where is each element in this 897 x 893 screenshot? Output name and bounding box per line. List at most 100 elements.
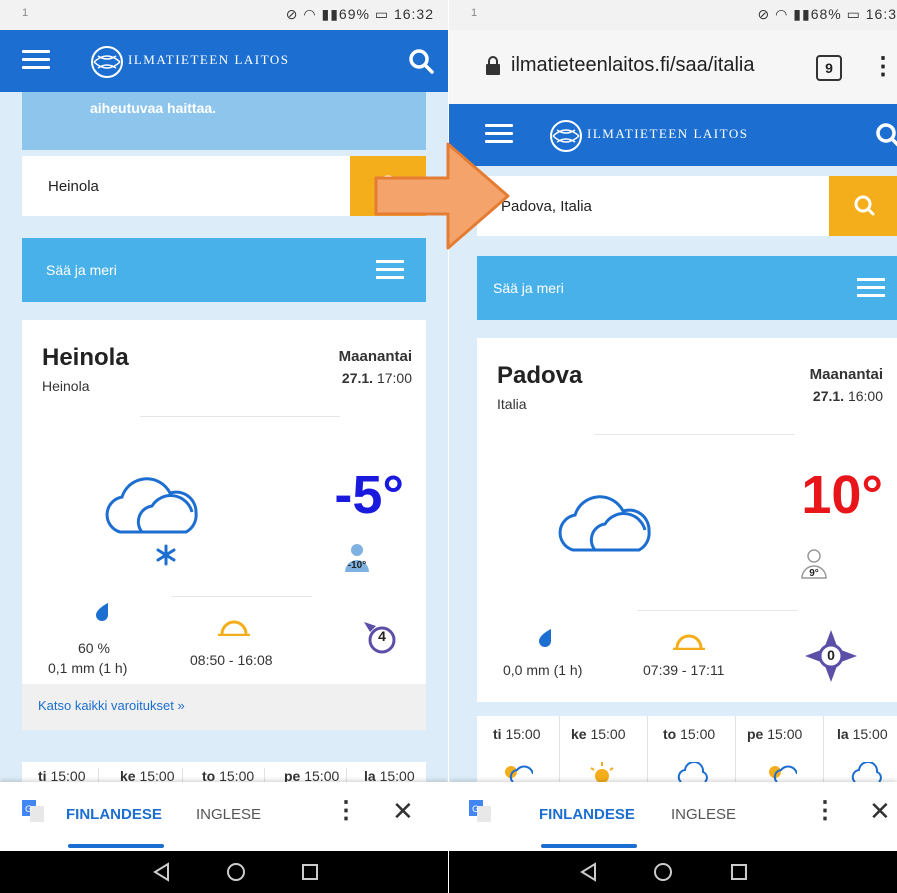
location-search-button[interactable] bbox=[829, 176, 897, 236]
battery-percent: 69% bbox=[338, 6, 370, 22]
section-menu-bar[interactable]: Sää ja meri bbox=[22, 238, 426, 302]
address-bar-url[interactable]: ilmatieteenlaitos.fi/saa/italia bbox=[511, 54, 754, 77]
fmi-logo-icon bbox=[550, 120, 582, 152]
mute-icon: ⊘ bbox=[285, 6, 299, 22]
cloud-snow-icon bbox=[105, 477, 198, 566]
raindrop-icon bbox=[539, 629, 551, 647]
partly-cloudy-icon bbox=[505, 765, 533, 782]
forecast-day: ti bbox=[38, 768, 47, 782]
translate-target-language[interactable]: INGLESE bbox=[196, 806, 261, 823]
back-icon[interactable] bbox=[579, 862, 599, 882]
forecast-item[interactable]: to 15:00 bbox=[649, 716, 736, 782]
forecast-time: 15:00 bbox=[852, 726, 888, 742]
menu-lines-icon[interactable] bbox=[376, 260, 404, 280]
location-search-input[interactable] bbox=[477, 176, 821, 236]
forecast-item[interactable]: pe 15:00 bbox=[737, 716, 824, 782]
forecast-item[interactable]: to 15:00 bbox=[202, 768, 265, 782]
forecast-day: to bbox=[663, 726, 677, 742]
divider bbox=[637, 610, 797, 611]
sun-icon bbox=[590, 762, 614, 782]
forecast-item[interactable]: la 15:00 bbox=[825, 716, 897, 782]
translate-more-icon[interactable]: ⋮ bbox=[813, 796, 837, 825]
hamburger-menu-icon[interactable] bbox=[22, 50, 50, 70]
forecast-time: 15:00 bbox=[139, 768, 175, 782]
feels-like-value: 9° bbox=[809, 568, 819, 579]
notice-banner: aiheutuvaa haittaa. bbox=[22, 92, 426, 150]
recents-icon[interactable] bbox=[729, 862, 749, 882]
forecast-item[interactable]: ke 15:00 bbox=[561, 716, 648, 782]
location-search-input[interactable] bbox=[22, 156, 368, 216]
sun-times: 08:50 - 16:08 bbox=[190, 652, 273, 668]
banner-text: aiheutuvaa haittaa. bbox=[90, 100, 217, 116]
time: 17:00 bbox=[376, 370, 412, 386]
status-icons: ⊘ ◠ ▮▮68% ▭ 16:3 bbox=[758, 6, 897, 23]
forecast-day: pe bbox=[747, 726, 764, 742]
translate-target-language[interactable]: INGLESE bbox=[671, 806, 736, 823]
translate-source-language[interactable]: FINLANDESE bbox=[66, 806, 162, 823]
section-menu-label: Sää ja meri bbox=[46, 262, 117, 278]
forecast-item[interactable]: la 15:00 bbox=[364, 768, 426, 782]
svg-text:G: G bbox=[25, 805, 32, 815]
forecast-strip: ti 15:00 ke 15:00 to 15:00 pe 15:00 la 1… bbox=[477, 716, 897, 782]
forecast-day: to bbox=[202, 768, 216, 782]
translate-source-language[interactable]: FINLANDESE bbox=[539, 806, 635, 823]
android-nav-bar bbox=[449, 851, 897, 893]
wind-speed: 0 bbox=[827, 647, 835, 663]
forecast-time: 15:00 bbox=[680, 726, 716, 742]
forecast-item[interactable]: ti 15:00 bbox=[477, 716, 560, 782]
clock: 16:3 bbox=[865, 6, 897, 22]
forecast-time: 15:00 bbox=[379, 768, 415, 782]
battery-icon: ▭ bbox=[846, 6, 861, 22]
brand-name: ILMATIETEEN LAITOS bbox=[128, 52, 290, 67]
forecast-item[interactable]: pe 15:00 bbox=[284, 768, 347, 782]
brand-name: ILMATIETEEN LAITOS bbox=[587, 126, 749, 141]
forecast-strip: ti 15:00 ke 15:00 to 15:00 pe 15:00 la 1… bbox=[22, 762, 426, 782]
forecast-item[interactable]: ke 15:00 bbox=[120, 768, 183, 782]
divider bbox=[140, 416, 340, 417]
sim-indicator: 1 bbox=[471, 7, 478, 19]
forecast-day: ti bbox=[493, 726, 502, 742]
forecast-time: 15:00 bbox=[590, 726, 626, 742]
section-menu-bar[interactable]: Sää ja meri bbox=[477, 256, 897, 320]
google-translate-icon[interactable]: G bbox=[469, 800, 491, 822]
signal-icon: ▮▮ bbox=[321, 6, 339, 22]
menu-lines-icon[interactable] bbox=[857, 278, 885, 298]
home-icon[interactable] bbox=[653, 862, 673, 882]
precip-amount: 0,0 mm (1 h) bbox=[503, 662, 583, 678]
android-nav-bar bbox=[0, 851, 448, 893]
forecast-day: la bbox=[837, 726, 849, 742]
search-icon[interactable] bbox=[875, 122, 897, 148]
precip-amount: 0,1 mm (1 h) bbox=[48, 660, 128, 676]
battery-icon: ▭ bbox=[374, 6, 390, 22]
translate-more-icon[interactable]: ⋮ bbox=[334, 796, 358, 825]
clock: 16:32 bbox=[393, 6, 434, 22]
browser-menu-icon[interactable]: ⋮ bbox=[871, 52, 895, 81]
location-search bbox=[477, 176, 897, 236]
place-region: Heinola bbox=[42, 378, 90, 394]
weather-card: Padova Italia Maanantai 27.1. 16:00 10° … bbox=[477, 338, 897, 702]
google-translate-icon[interactable]: G bbox=[22, 800, 44, 822]
forecast-time: 15:00 bbox=[767, 726, 803, 742]
weather-card: Heinola Heinola Maanantai 27.1. 17:00 -5… bbox=[22, 320, 426, 684]
forecast-time: 15:00 bbox=[505, 726, 541, 742]
home-icon[interactable] bbox=[226, 862, 246, 882]
forecast-item[interactable]: ti 15:00 bbox=[38, 768, 99, 782]
tab-count-button[interactable]: 9 bbox=[816, 55, 842, 81]
warnings-link[interactable]: Katso kaikki varoitukset » bbox=[38, 698, 185, 713]
section-menu-label: Sää ja meri bbox=[493, 280, 564, 296]
recents-icon[interactable] bbox=[300, 862, 320, 882]
back-icon[interactable] bbox=[152, 862, 172, 882]
date-time: 27.1. 16:00 bbox=[813, 388, 883, 404]
cloud-icon bbox=[558, 495, 651, 552]
weekday: Maanantai bbox=[338, 348, 412, 365]
sunrise-sunset-icon bbox=[218, 620, 250, 636]
status-bar: 1 ⊘ ◠ ▮▮68% ▭ 16:3 bbox=[449, 0, 897, 30]
forecast-day: ke bbox=[120, 768, 136, 782]
forecast-time: 15:00 bbox=[219, 768, 255, 782]
cloud-icon bbox=[677, 762, 708, 782]
search-icon[interactable] bbox=[408, 48, 434, 74]
date: 27.1. bbox=[341, 370, 374, 386]
translate-close-icon[interactable]: ✕ bbox=[869, 796, 891, 827]
translate-close-icon[interactable]: ✕ bbox=[392, 796, 414, 827]
status-icons: ⊘ ◠ ▮▮69% ▭ 16:32 bbox=[286, 6, 434, 23]
